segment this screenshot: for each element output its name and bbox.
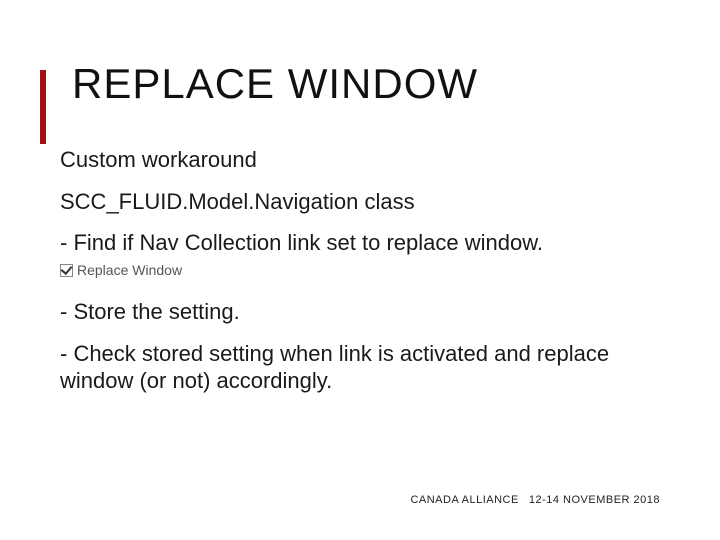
body-line-2: SCC_FLUID.Model.Navigation class [60, 188, 660, 216]
slide-footer: CANADA ALLIANCE 12-14 NOVEMBER 2018 [410, 494, 660, 506]
body-line-3-text: - Find if Nav Collection link set to rep… [60, 230, 543, 255]
body-line-3: - Find if Nav Collection link set to rep… [60, 229, 660, 284]
slide-body: Custom workaround SCC_FLUID.Model.Naviga… [60, 146, 660, 395]
slide: REPLACE WINDOW Custom workaround SCC_FLU… [0, 0, 720, 540]
body-line-1: Custom workaround [60, 146, 660, 174]
replace-window-checkbox-inline: Replace Window [60, 262, 182, 280]
footer-date: 12-14 NOVEMBER 2018 [529, 494, 660, 506]
accent-bar [40, 70, 46, 144]
slide-title: REPLACE WINDOW [72, 60, 660, 108]
checkbox-label: Replace Window [77, 262, 182, 280]
footer-org: CANADA ALLIANCE [410, 494, 518, 506]
body-line-4: - Store the setting. [60, 298, 660, 326]
body-line-5: - Check stored setting when link is acti… [60, 340, 660, 395]
checkbox-checked-icon [60, 264, 73, 277]
